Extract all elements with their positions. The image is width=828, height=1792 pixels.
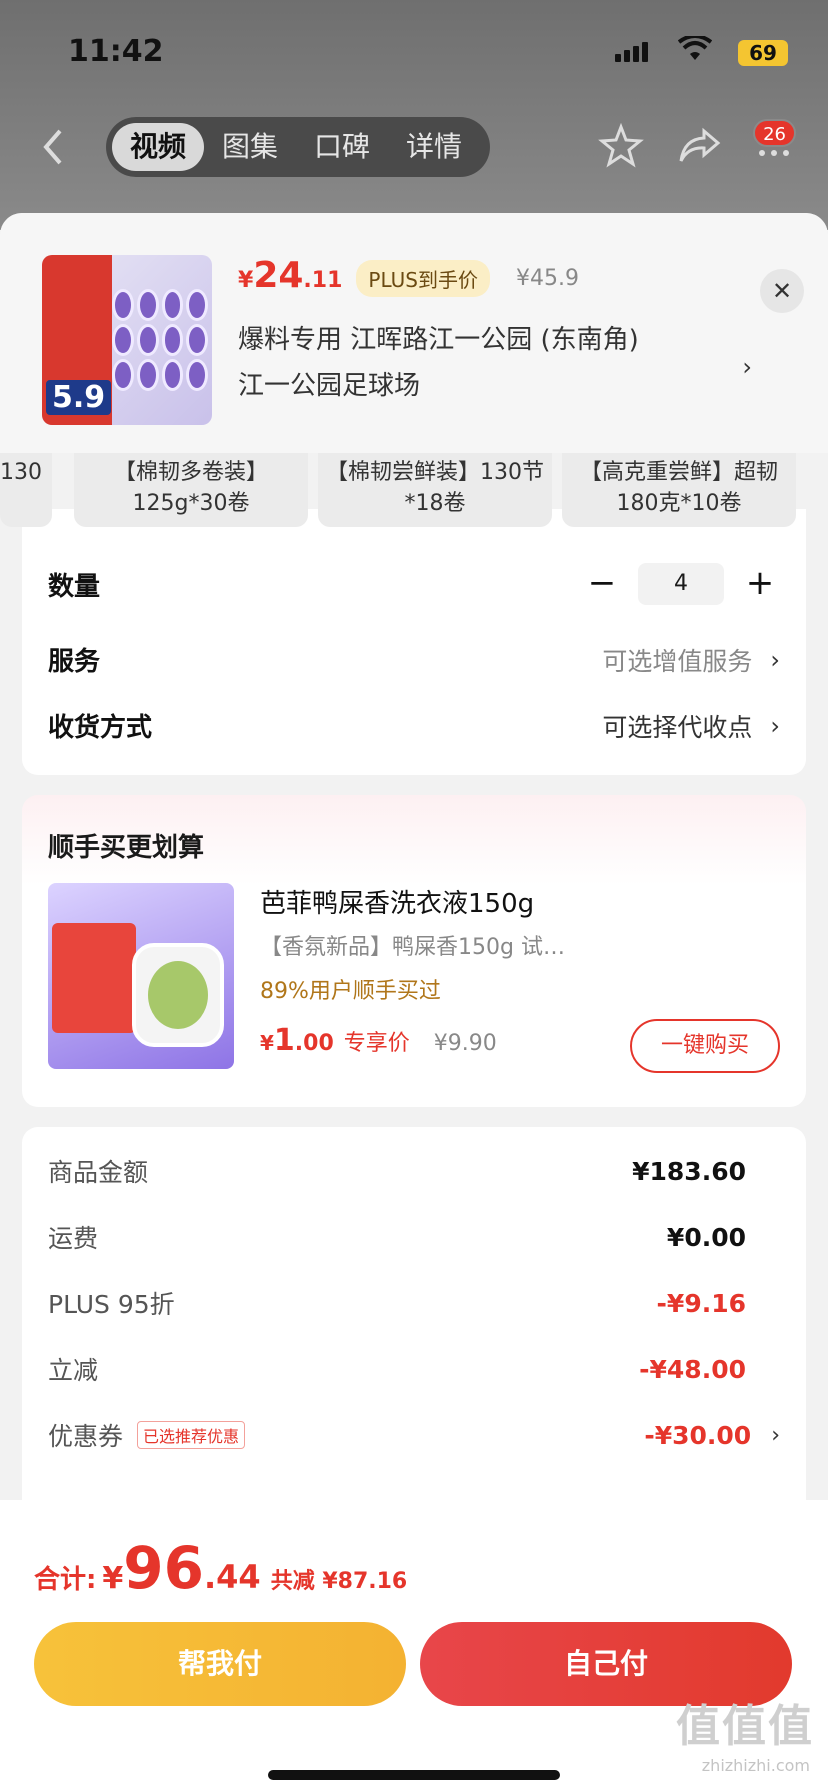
address-line-2: 江一公园足球场 [238, 371, 421, 401]
tab-reviews[interactable]: 口碑 [296, 123, 388, 171]
service-value: 可选增值服务 [602, 646, 753, 676]
delivery-address[interactable]: 爆料专用 江晖路江一公园 (东南角) 江一公园足球场 [238, 317, 738, 409]
product-header: 5.9 ¥24.11 PLUS到手价 ¥45.9 ✕ 爆料专用 江晖路江一公园 … [0, 213, 828, 453]
spec-option[interactable]: 130 [0, 453, 52, 527]
spec-option[interactable]: 【高克重尝鲜】超韧180克*10卷 [562, 453, 796, 527]
back-icon[interactable] [38, 127, 68, 167]
summary-row: 立减 -¥48.00 [48, 1354, 746, 1386]
wifi-icon [677, 34, 713, 66]
plus-button[interactable]: + [740, 564, 780, 604]
top-nav: 视频 图集 口碑 详情 26 [0, 115, 828, 177]
signal-icon [615, 42, 648, 62]
plus-price-tag: PLUS到手价 [356, 259, 490, 297]
quantity-row: 数量 − 4 + [48, 563, 780, 605]
coupon-tag: 已选推荐优惠 [137, 1421, 246, 1449]
upsell-card: 顺手买更划算 芭菲鸭屎香洗衣液150g 【香氛新品】鸭屎香150g 试… 89%… [22, 795, 806, 1107]
exclusive-price-label: 专享价 [343, 1031, 410, 1056]
close-button[interactable]: ✕ [760, 269, 804, 313]
tab-video[interactable]: 视频 [112, 123, 204, 171]
watermark-url: zhizhizhi.com [701, 1756, 810, 1775]
quantity-label: 数量 [48, 571, 101, 602]
product-thumbnail: 5.9 [42, 255, 212, 425]
spec-options: 130 【棉韧多卷装】125g*30卷 【棉韧尝鲜装】130节*18卷 【高克重… [0, 453, 828, 531]
watermark-logo: 值值值 [676, 1701, 814, 1752]
help-me-pay-button[interactable]: 帮我付 [34, 1622, 406, 1706]
service-row[interactable]: 服务 可选增值服务 › [48, 641, 780, 678]
quantity-input[interactable]: 4 [638, 563, 724, 605]
upsell-original-price: ¥9.90 [433, 1031, 497, 1056]
summary-row: 商品金额 ¥183.60 [48, 1156, 746, 1188]
summary-row: 运费 ¥0.00 [48, 1222, 746, 1254]
upsell-product-name[interactable]: 芭菲鸭屎香洗衣液150g [260, 883, 534, 920]
chevron-right-icon: › [742, 353, 752, 381]
one-click-buy-button[interactable]: 一键购买 [630, 1019, 780, 1073]
coupon-row[interactable]: 优惠券 已选推荐优惠 -¥30.00 › [48, 1415, 780, 1455]
spec-option[interactable]: 【棉韧多卷装】125g*30卷 [74, 453, 308, 527]
media-tabs: 视频 图集 口碑 详情 [106, 117, 490, 177]
upsell-title: 顺手买更划算 [48, 833, 205, 863]
upsell-price: ¥1.00 专享价 ¥9.90 [260, 1023, 497, 1058]
upsell-purchase-rate: 89%用户顺手买过 [260, 979, 441, 1004]
home-indicator [268, 1770, 560, 1780]
status-bar: 11:42 69 [68, 30, 788, 70]
spec-option[interactable]: 【棉韧尝鲜装】130节*18卷 [318, 453, 552, 527]
upsell-product-subtitle: 【香氛新品】鸭屎香150g 试… [260, 935, 565, 960]
quantity-stepper: − 4 + [582, 563, 780, 605]
thumb-price: 5.9 [46, 380, 112, 415]
upsell-product-image[interactable] [48, 883, 234, 1069]
original-price: ¥45.9 [515, 265, 579, 291]
order-total: 合计: ¥96.44 共减 ¥87.16 [34, 1534, 408, 1602]
chevron-right-icon: › [770, 645, 780, 674]
chevron-right-icon: › [771, 1422, 780, 1448]
total-savings: 共减 ¥87.16 [270, 1569, 408, 1594]
status-time: 11:42 [68, 34, 164, 69]
delivery-method-value: 可选择代收点 [602, 712, 753, 742]
more-icon[interactable]: 26 [753, 119, 814, 169]
tab-gallery[interactable]: 图集 [204, 123, 296, 171]
delivery-method-row[interactable]: 收货方式 可选择代收点 › [48, 707, 780, 744]
checkout-footer: 合计: ¥96.44 共减 ¥87.16 帮我付 自己付 值值值 zhizhiz… [0, 1500, 828, 1792]
message-badge: 26 [753, 119, 796, 147]
options-card: 数量 − 4 + 服务 可选增值服务 › 收货方式 可选择代收点 › [22, 509, 806, 775]
battery-icon: 69 [738, 40, 788, 66]
service-label: 服务 [48, 647, 101, 677]
chevron-right-icon: › [770, 711, 780, 740]
product-price-row: ¥24.11 PLUS到手价 ¥45.9 [238, 255, 579, 301]
product-price: ¥24.11 [238, 255, 343, 296]
share-icon[interactable] [676, 123, 722, 169]
price-summary-card: 商品金额 ¥183.60 运费 ¥0.00 PLUS 95折 -¥9.16 立减 -¥4… [22, 1127, 806, 1547]
summary-row: PLUS 95折 -¥9.16 [48, 1288, 746, 1320]
star-icon[interactable] [598, 122, 644, 169]
tab-details[interactable]: 详情 [388, 123, 480, 171]
minus-button[interactable]: − [582, 564, 622, 604]
address-line-1: 爆料专用 江晖路江一公园 (东南角) [238, 325, 639, 355]
delivery-method-label: 收货方式 [48, 713, 153, 743]
